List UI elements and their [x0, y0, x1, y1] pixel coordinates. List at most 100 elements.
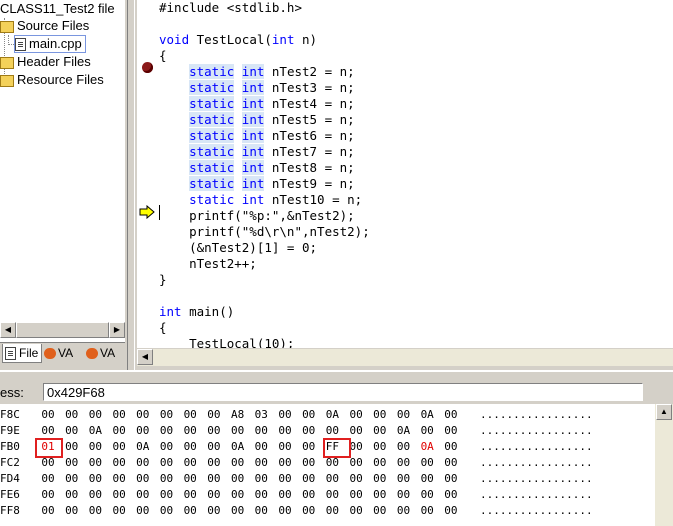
- memory-byte[interactable]: 00: [301, 486, 317, 503]
- memory-byte[interactable]: 00: [372, 422, 388, 439]
- memory-byte[interactable]: 00: [135, 470, 151, 487]
- memory-byte[interactable]: 00: [372, 486, 388, 503]
- memory-byte[interactable]: A8: [230, 406, 246, 423]
- tab-va-2[interactable]: VA: [84, 344, 124, 362]
- memory-byte[interactable]: 00: [135, 422, 151, 439]
- memory-byte[interactable]: 00: [324, 422, 340, 439]
- memory-byte[interactable]: 03: [253, 406, 269, 423]
- code-line[interactable]: }: [159, 272, 167, 288]
- memory-byte[interactable]: 00: [443, 454, 459, 471]
- memory-byte[interactable]: 00: [135, 486, 151, 503]
- memory-byte[interactable]: 00: [182, 470, 198, 487]
- memory-byte[interactable]: 00: [182, 406, 198, 423]
- memory-byte[interactable]: 00: [111, 406, 127, 423]
- memory-byte[interactable]: 00: [159, 454, 175, 471]
- memory-byte[interactable]: 00: [182, 422, 198, 439]
- memory-byte[interactable]: 00: [396, 486, 412, 503]
- address-input[interactable]: [43, 383, 643, 401]
- memory-byte[interactable]: 00: [277, 486, 293, 503]
- code-line[interactable]: static int nTest7 = n;: [159, 144, 355, 160]
- memory-byte[interactable]: 00: [182, 454, 198, 471]
- memory-byte[interactable]: 00: [111, 486, 127, 503]
- code-line[interactable]: static int nTest3 = n;: [159, 80, 355, 96]
- memory-byte[interactable]: 00: [87, 470, 103, 487]
- memory-byte[interactable]: 00: [277, 406, 293, 423]
- code-line[interactable]: (&nTest2)[1] = 0;: [159, 240, 317, 256]
- scroll-thumb[interactable]: [16, 322, 109, 338]
- tree-item-source-files[interactable]: Source Files: [0, 17, 89, 35]
- memory-byte[interactable]: 00: [159, 502, 175, 519]
- scroll-up-icon[interactable]: ▲: [656, 404, 672, 420]
- memory-byte[interactable]: 00: [135, 454, 151, 471]
- memory-byte[interactable]: 00: [443, 422, 459, 439]
- memory-byte[interactable]: 00: [159, 422, 175, 439]
- memory-byte[interactable]: 00: [348, 486, 364, 503]
- memory-byte[interactable]: 00: [277, 502, 293, 519]
- code-line[interactable]: static int nTest5 = n;: [159, 112, 355, 128]
- memory-byte[interactable]: 00: [372, 454, 388, 471]
- scroll-right-icon[interactable]: ▶: [109, 322, 125, 338]
- memory-byte[interactable]: 00: [182, 438, 198, 455]
- memory-byte[interactable]: 00: [324, 502, 340, 519]
- memory-byte[interactable]: 00: [277, 438, 293, 455]
- memory-byte[interactable]: 00: [64, 470, 80, 487]
- editor-gutter[interactable]: [137, 0, 157, 348]
- memory-byte[interactable]: 00: [230, 454, 246, 471]
- memory-byte[interactable]: 00: [206, 470, 222, 487]
- memory-byte[interactable]: 00: [253, 486, 269, 503]
- scroll-left-icon[interactable]: ◀: [137, 349, 153, 365]
- memory-byte[interactable]: 00: [206, 486, 222, 503]
- memory-byte[interactable]: 00: [40, 422, 56, 439]
- memory-byte[interactable]: 00: [40, 406, 56, 423]
- memory-byte[interactable]: 00: [206, 422, 222, 439]
- memory-byte[interactable]: 00: [159, 438, 175, 455]
- memory-byte[interactable]: 00: [64, 502, 80, 519]
- memory-byte[interactable]: 00: [87, 454, 103, 471]
- breakpoint-icon[interactable]: [142, 62, 153, 73]
- memory-byte[interactable]: 00: [443, 486, 459, 503]
- memory-byte[interactable]: 00: [443, 406, 459, 423]
- memory-byte[interactable]: 00: [301, 502, 317, 519]
- memory-byte[interactable]: 00: [87, 486, 103, 503]
- memory-byte[interactable]: 00: [230, 470, 246, 487]
- memory-byte[interactable]: 00: [64, 486, 80, 503]
- memory-byte[interactable]: 00: [419, 454, 435, 471]
- memory-byte[interactable]: 00: [159, 406, 175, 423]
- memory-byte[interactable]: 00: [40, 502, 56, 519]
- code-line[interactable]: #include <stdlib.h>: [159, 0, 302, 16]
- memory-byte[interactable]: 00: [111, 502, 127, 519]
- tab-file-view[interactable]: File: [2, 344, 42, 363]
- code-line[interactable]: {: [159, 48, 167, 64]
- code-line[interactable]: printf("%p:",&nTest2);: [159, 208, 355, 224]
- memory-byte[interactable]: 00: [64, 406, 80, 423]
- memory-byte[interactable]: 00: [277, 422, 293, 439]
- editor-horizontal-scrollbar[interactable]: ◀: [137, 348, 673, 366]
- memory-byte[interactable]: 00: [206, 406, 222, 423]
- memory-byte[interactable]: 00: [396, 502, 412, 519]
- code-line[interactable]: static int nTest8 = n;: [159, 160, 355, 176]
- memory-byte[interactable]: 00: [301, 406, 317, 423]
- memory-byte[interactable]: 00: [206, 438, 222, 455]
- memory-byte[interactable]: 0A: [135, 438, 151, 455]
- memory-byte[interactable]: 00: [301, 470, 317, 487]
- memory-byte[interactable]: 00: [372, 470, 388, 487]
- memory-byte[interactable]: 00: [443, 470, 459, 487]
- memory-byte[interactable]: 00: [111, 438, 127, 455]
- memory-byte[interactable]: 00: [324, 486, 340, 503]
- memory-byte[interactable]: 00: [396, 406, 412, 423]
- code-line[interactable]: static int nTest9 = n;: [159, 176, 355, 192]
- code-line[interactable]: TestLocal(10);: [159, 336, 294, 348]
- pane-splitter[interactable]: [125, 0, 137, 370]
- memory-byte[interactable]: 00: [396, 454, 412, 471]
- memory-byte[interactable]: 00: [111, 470, 127, 487]
- tree-item-resource-files[interactable]: Resource Files: [0, 71, 104, 89]
- memory-byte[interactable]: 00: [230, 502, 246, 519]
- memory-byte[interactable]: 00: [87, 438, 103, 455]
- tab-va-1[interactable]: VA: [42, 344, 82, 362]
- memory-byte[interactable]: 00: [348, 422, 364, 439]
- memory-byte[interactable]: 00: [396, 470, 412, 487]
- memory-byte[interactable]: 00: [419, 502, 435, 519]
- memory-byte[interactable]: 0A: [87, 422, 103, 439]
- memory-byte[interactable]: 00: [372, 438, 388, 455]
- memory-byte[interactable]: 0A: [419, 438, 435, 455]
